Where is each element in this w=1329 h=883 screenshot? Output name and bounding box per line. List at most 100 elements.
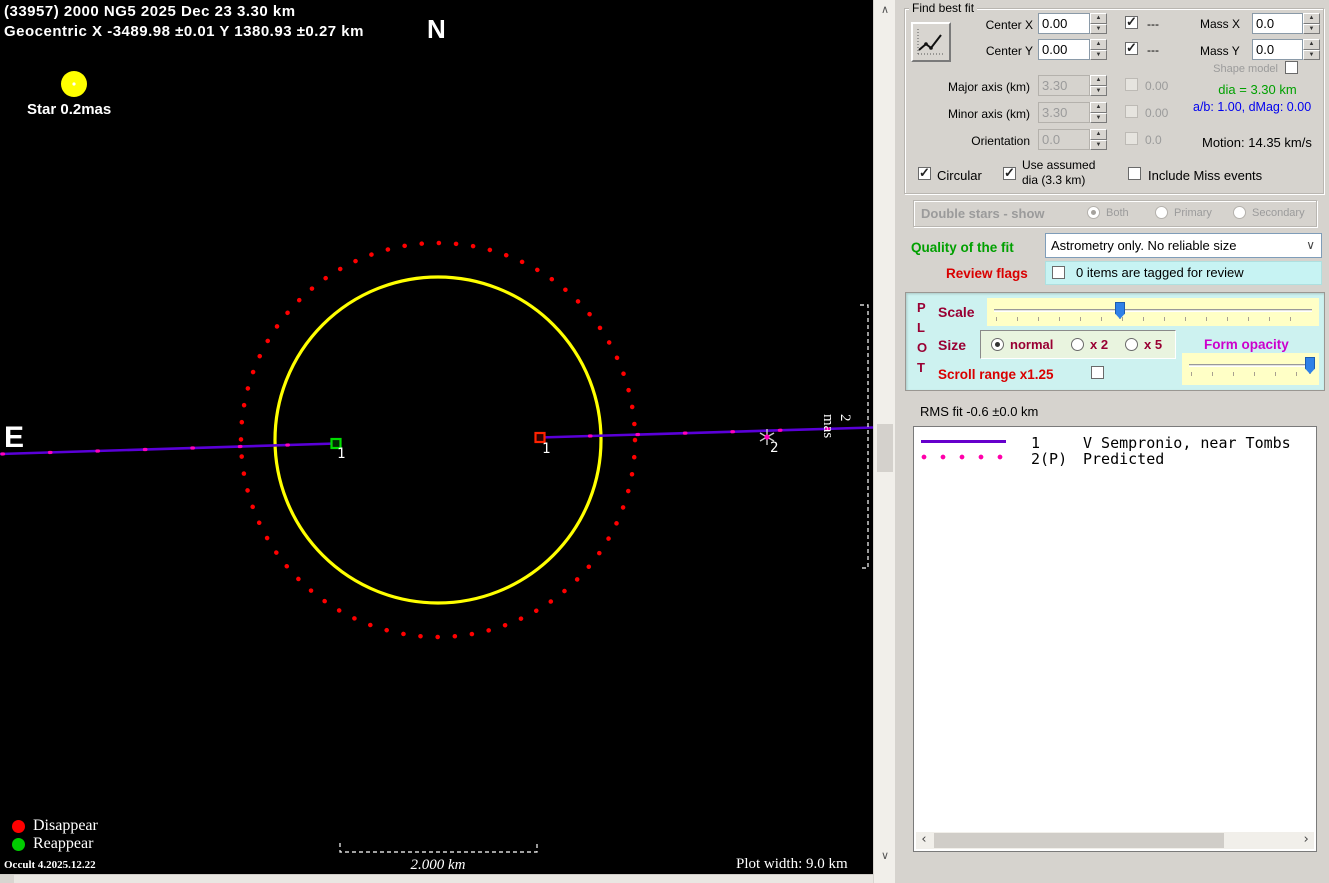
mas-scale-label: 2 mas [819,414,853,438]
circular-label: Circular [937,168,982,183]
shape-model-label: Shape model [1195,63,1278,75]
legend-row2-name: Predicted [1083,450,1164,468]
quality-of-fit-value: Astrometry only. No reliable size [1051,238,1236,253]
legend-scroll-left-icon[interactable]: ‹ [916,832,932,849]
major-axis-err: 0.00 [1145,79,1168,93]
main-vertical-scrollbar[interactable]: ∧ ∨ [873,0,895,883]
size-label: Size [938,337,966,353]
orientation-label: Orientation [935,134,1030,148]
observed-chord-swatch [921,440,1006,443]
size-x5-radio[interactable] [1125,338,1138,351]
legend-row2-number: 2(P) [1031,450,1067,468]
reappear-legend-dot [12,838,25,851]
double-stars-secondary-radio[interactable] [1233,206,1246,219]
major-axis-stepper[interactable]: ▲▼ [1090,75,1107,96]
form-opacity-slider[interactable] [1182,353,1319,385]
run-best-fit-button[interactable] [911,22,951,62]
double-stars-title: Double stars - show [921,206,1045,221]
center-y-input[interactable]: 0.00 [1038,39,1090,60]
axis-ratio-readout: a/b: 1.00, dMag: 0.00 [1193,100,1323,114]
plot-letter-p: P [917,300,926,315]
use-assumed-line2: dia (3.3 km) [1022,173,1085,187]
size-normal-radio[interactable] [991,338,1004,351]
shape-model-checkbox[interactable] [1285,61,1298,74]
include-miss-events-label: Include Miss events [1148,168,1262,183]
minor-axis-fit-checkbox[interactable] [1125,105,1138,118]
review-flags-text: 0 items are tagged for review [1076,262,1244,284]
star-size-label: Star 0.2mas [27,101,111,118]
orientation-stepper[interactable]: ▲▼ [1090,129,1107,150]
scale-slider[interactable] [987,298,1319,326]
quality-of-fit-dropdown[interactable]: Astrometry only. No reliable size ∨ [1045,233,1322,258]
scale-slider-track[interactable] [994,309,1312,312]
mass-y-label: Mass Y [1200,44,1240,58]
legend-row-predicted[interactable]: 2(P) Predicted [914,450,1316,466]
chevron-down-icon: ∨ [1306,234,1315,257]
center-x-stepper[interactable]: ▲▼ [1090,13,1107,34]
form-opacity-track[interactable] [1189,364,1312,367]
km-scale-bar [340,843,537,852]
circular-checkbox[interactable] [918,167,931,180]
diameter-readout: dia = 3.30 km [1195,82,1320,97]
plot-letter-o: O [917,340,927,355]
review-flags-checkbox[interactable] [1052,266,1065,279]
app-version-label: Occult 4.2025.12.22 [4,859,96,871]
scroll-down-icon[interactable]: ∨ [874,848,896,865]
plot-horizontal-scrollbar[interactable] [0,874,873,883]
major-axis-fit-checkbox[interactable] [1125,78,1138,91]
scroll-up-icon[interactable]: ∧ [874,2,896,19]
scroll-range-checkbox[interactable] [1091,366,1104,379]
legend-horizontal-scrollbar[interactable]: ‹ › [916,832,1314,849]
legend-scroll-right-icon[interactable]: › [1298,832,1314,849]
center-y-label: Center Y [955,44,1033,58]
fit-control-panel: Find best fit Center X 0.00 ▲▼ --- Mass … [895,0,1329,883]
center-x-fit-checkbox[interactable] [1125,16,1138,29]
mass-x-input[interactable]: 0.0 [1252,13,1303,34]
center-y-dash: --- [1147,43,1159,57]
plot-letter-l: L [917,320,925,335]
center-y-stepper[interactable]: ▲▼ [1090,39,1107,60]
review-flags-label: Review flags [946,266,1028,281]
legend-row-observed[interactable]: 1 V Sempronio, near Tombs [914,434,1316,450]
size-x2-radio[interactable] [1071,338,1084,351]
plot-width-label: Plot width: 9.0 km [736,856,848,873]
mas-scale-bracket [860,305,868,568]
scroll-range-label: Scroll range x1.25 [938,367,1054,382]
center-y-fit-checkbox[interactable] [1125,42,1138,55]
chord1-disappear-number: 1 [542,441,550,457]
double-stars-primary-radio[interactable] [1155,206,1168,219]
scale-label: Scale [938,304,975,320]
double-stars-both-label: Both [1106,207,1129,219]
find-best-fit-title: Find best fit [909,1,977,15]
use-assumed-dia-checkbox[interactable] [1003,167,1016,180]
mass-y-stepper[interactable]: ▲▼ [1303,39,1320,60]
major-axis-label: Major axis (km) [935,80,1030,94]
orientation-fit-checkbox[interactable] [1125,132,1138,145]
rms-fit-readout: RMS fit -0.6 ±0.0 km [920,404,1038,419]
occultation-plot-canvas[interactable]: (33957) 2000 NG5 2025 Dec 23 3.30 km Geo… [0,0,873,874]
vertical-scroll-thumb[interactable] [877,424,893,472]
major-axis-input[interactable]: 3.30 [1038,75,1090,96]
plot-title-line2: Geocentric X -3489.98 ±0.01 Y 1380.93 ±0… [4,23,364,40]
chord-legend-list[interactable]: 1 V Sempronio, near Tombs 2(P) Predicted… [913,426,1317,852]
minor-axis-stepper[interactable]: ▲▼ [1090,102,1107,123]
size-normal-label: normal [1010,337,1053,352]
include-miss-events-checkbox[interactable] [1128,167,1141,180]
plot-title-line1: (33957) 2000 NG5 2025 Dec 23 3.30 km [4,3,296,20]
center-x-input[interactable]: 0.00 [1038,13,1090,34]
legend-scroll-thumb[interactable] [934,833,1224,848]
minor-axis-input[interactable]: 3.30 [1038,102,1090,123]
chord1-reappear-number: 1 [337,446,345,462]
size-radio-group: normal x 2 x 5 [980,330,1176,359]
north-direction-label: N [427,14,446,45]
mass-y-input[interactable]: 0.0 [1252,39,1303,60]
mass-x-stepper[interactable]: ▲▼ [1303,13,1320,34]
orientation-input[interactable]: 0.0 [1038,129,1090,150]
form-opacity-label: Form opacity [1204,337,1289,352]
disappear-legend-label: Disappear [33,817,98,835]
plot-drawing [0,0,873,874]
quality-of-fit-label: Quality of the fit [911,240,1014,255]
plot-scroll-left-button[interactable] [0,875,14,883]
double-stars-primary-label: Primary [1174,207,1212,219]
double-stars-both-radio[interactable] [1087,206,1100,219]
